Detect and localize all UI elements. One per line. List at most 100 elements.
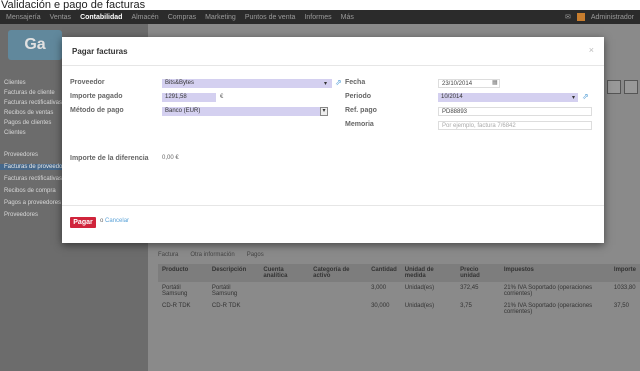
user-menu[interactable]: ✉ Administrador [565,10,634,24]
form-view-icon[interactable] [607,80,621,94]
memoria-label: Memoria [345,121,374,128]
sidebar-section-proveedores: Proveedores [4,152,39,158]
avatar [576,13,585,21]
column-header: Descripción [207,264,260,282]
dialog-footer-divider [62,205,604,206]
periodo-label: Periodo [345,93,372,100]
sidebar-item[interactable]: Pagos de clientes [4,120,51,126]
proveedor-field[interactable]: Bits&Bytes [162,79,332,88]
invoice-tabs: Factura Otra información Pagos [158,252,264,258]
sidebar-item[interactable]: Recibos de ventas [4,110,53,116]
chevron-down-icon[interactable]: ▾ [324,80,327,87]
chat-icon[interactable]: ✉ [565,13,571,21]
periodo-field[interactable]: 10/2014 [438,93,578,102]
proveedor-label: Proveedor [70,79,105,86]
select-arrow-icon[interactable]: ▾ [320,107,328,116]
tab-factura[interactable]: Factura [158,252,178,258]
fecha-field[interactable]: 23/10/2014 [438,79,500,88]
dialog-header: Pagar facturas × [62,37,604,66]
view-switcher [607,80,638,94]
table-cell [309,300,367,318]
currency-symbol: € [220,94,224,100]
column-header: Cantidad [367,264,401,282]
company-logo: Ga [8,30,62,60]
table-cell: 21% IVA Soportado (operaciones corriente… [503,303,593,315]
sidebar-item-facturas-proveedor[interactable]: Facturas de proveedor [0,164,68,170]
sidebar-item[interactable]: Facturas rectificativas [4,100,62,106]
table-cell: Portátil Samsung [211,285,238,297]
tab-otra-informacion[interactable]: Otra información [190,252,234,258]
importe-field[interactable]: 1291,58 [162,93,216,102]
ref-pago-label: Ref. pago [345,107,377,114]
external-link-icon[interactable]: ⇗ [582,92,589,101]
pay-button[interactable]: Pagar [70,217,96,228]
importe-label: Importe pagado [70,93,123,100]
menu-item-compras[interactable]: Compras [168,14,196,21]
table-cell [259,282,309,300]
table-cell: 3,75 [460,303,472,309]
table-cell: 3,000 [371,285,387,291]
menu-item-mas[interactable]: Más [341,14,354,21]
table-cell: 1033,80 [613,285,636,291]
table-cell: Portátil Samsung [162,285,188,297]
sidebar-item[interactable]: Clientes [4,130,26,136]
table-cell [259,300,309,318]
sidebar-item[interactable]: Facturas rectificativas [4,176,62,182]
table-cell: Unidad(es) [404,285,435,291]
tab-pagos[interactable]: Pagos [247,252,264,258]
top-menu: Mensajería Ventas Contabilidad Almacén C… [6,10,354,24]
close-icon[interactable]: × [589,45,594,55]
table-header-row: Producto Descripción Cuenta analítica Ca… [158,264,640,282]
column-header: Impuestos [499,264,610,282]
memoria-field[interactable]: Por ejemplo, factura 7/6842 [438,121,592,130]
app-window: Mensajería Ventas Contabilidad Almacén C… [0,10,640,371]
menu-item-pos[interactable]: Puntos de venta [245,14,296,21]
column-header: Unidad de medida [400,264,457,282]
cancel-link[interactable]: o Cancelar [100,218,129,224]
table-cell: CD-R TDK [162,303,191,309]
diferencia-value: 0,00 € [162,155,179,161]
calendar-icon[interactable]: ▦ [492,79,498,86]
pay-invoice-dialog: Pagar facturas × Proveedor Bits&Bytes ▾ … [62,37,604,243]
table-cell: 30,000 [371,303,390,309]
column-header: Cuenta analítica [259,264,310,282]
table-row[interactable]: Portátil Samsung Portátil Samsung 3,000 … [158,282,640,300]
fecha-label: Fecha [345,79,366,86]
metodo-select[interactable]: Banco (EUR) [162,107,328,116]
table-cell: CD-R TDK [211,303,241,309]
diferencia-label: Importe de la diferencia [70,155,149,162]
sidebar-item[interactable]: Clientes [4,80,26,86]
print-icon[interactable] [624,80,638,94]
page-caption: Validación e pago de facturas [1,0,146,10]
menu-item-ventas[interactable]: Ventas [50,14,71,21]
column-header: Producto [158,264,208,282]
external-link-icon[interactable]: ⇗ [335,78,342,87]
table-cell: 37,50 [613,303,629,309]
column-header: Categoría de activo [309,264,368,282]
ref-pago-field[interactable]: PD88893 [438,107,592,116]
sidebar-item[interactable]: Facturas de cliente [4,90,55,96]
table-cell: 21% IVA Soportado (operaciones corriente… [503,285,593,297]
sidebar-item[interactable]: Proveedores [4,212,38,218]
cancel-link-label[interactable]: Cancelar [105,218,129,224]
menu-item-contabilidad[interactable]: Contabilidad [80,14,122,21]
menu-item-informes[interactable]: Informes [304,14,331,21]
table-cell [309,282,367,300]
menu-item-almacen[interactable]: Almacén [131,14,158,21]
table-cell: 372,45 [460,285,479,291]
column-header: Importe [609,264,640,282]
cancel-separator: o [100,218,104,224]
sidebar-item[interactable]: Recibos de compra [4,188,56,194]
invoice-lines-table: Producto Descripción Cuenta analítica Ca… [158,264,640,318]
menu-item-marketing[interactable]: Marketing [205,14,236,21]
table-row[interactable]: CD-R TDK CD-R TDK 30,000 Unidad(es) 3,75… [158,300,640,318]
menu-item-mensajeria[interactable]: Mensajería [6,14,41,21]
metodo-label: Método de pago [70,107,124,114]
column-header: Precio unidad [456,264,500,282]
dialog-title: Pagar facturas [72,47,128,56]
chevron-down-icon[interactable]: ▾ [572,94,575,101]
user-name[interactable]: Administrador [591,14,634,21]
table-cell: Unidad(es) [404,303,435,309]
top-navbar: Mensajería Ventas Contabilidad Almacén C… [0,10,640,24]
sidebar-item[interactable]: Pagos a proveedores [4,200,61,206]
